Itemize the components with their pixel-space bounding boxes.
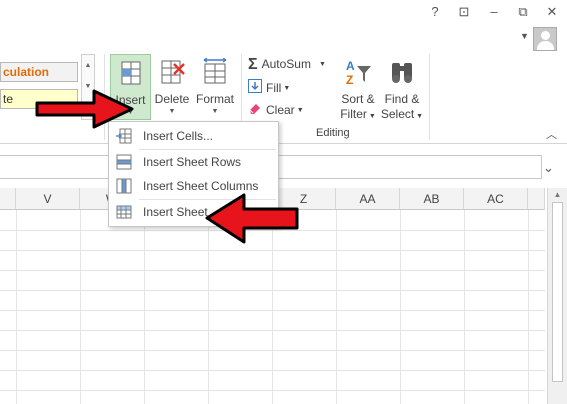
fill-button[interactable]: Fill ▼ [248, 78, 290, 98]
formula-bar: ⌄ [0, 152, 567, 182]
gridline [528, 210, 529, 404]
sort-filter-label-2: Filter ▼ [340, 107, 376, 121]
editing-group-label: Editing [316, 127, 350, 139]
column-header-ab[interactable]: AB [400, 188, 464, 210]
account-dropdown-icon[interactable]: ▼ [520, 31, 529, 41]
menu-item-label: Insert Sheet [143, 205, 208, 219]
ribbon-display-options-button[interactable]: ⊡ [453, 3, 475, 21]
menu-item-label: Insert Cells... [143, 129, 214, 143]
collapse-ribbon-icon[interactable]: ︿ [546, 126, 557, 142]
menu-item-insert-rows[interactable]: Insert Sheet Rows [110, 150, 277, 174]
vertical-scrollbar[interactable]: ▲ [547, 188, 567, 404]
gridline [0, 250, 545, 251]
group-divider [429, 54, 430, 140]
column-header-ac[interactable]: AC [464, 188, 528, 210]
column-header-v[interactable]: V [16, 188, 80, 210]
format-label: Format [195, 92, 234, 106]
gallery-up-icon[interactable]: ▲ [82, 55, 94, 76]
delete-button[interactable]: Delete ▼ [152, 54, 192, 120]
scrollbar-thumb[interactable] [552, 202, 563, 382]
gridline [0, 310, 545, 311]
insert-columns-icon [116, 178, 132, 194]
sort-filter-label-1: Sort & [341, 92, 375, 106]
gridline [144, 210, 145, 404]
insert-sheet-icon [116, 205, 132, 219]
clear-button[interactable]: Clear ▼ [248, 100, 304, 120]
gridline [0, 330, 545, 331]
autosum-dropdown-icon: ▼ [318, 60, 326, 68]
gridline [80, 210, 81, 404]
column-header-aa[interactable]: AA [336, 188, 400, 210]
delete-cells-icon [161, 60, 185, 84]
svg-text:A: A [346, 59, 355, 73]
clear-label: Clear [266, 103, 295, 117]
column-header-partial[interactable] [0, 188, 16, 210]
gridline [0, 390, 545, 391]
svg-text:Z: Z [346, 73, 353, 86]
delete-label: Delete [154, 92, 190, 106]
expand-formula-bar-icon[interactable]: ⌄ [543, 160, 554, 176]
find-select-label-1: Find & [384, 92, 420, 106]
format-dropdown-icon: ▼ [211, 108, 219, 115]
sigma-icon: Σ [248, 55, 258, 73]
gridline [0, 350, 545, 351]
binoculars-icon [392, 63, 412, 83]
avatar[interactable] [533, 27, 557, 51]
avatar-head [541, 31, 550, 40]
gridline [0, 290, 545, 291]
gridline [0, 370, 545, 371]
autosum-button[interactable]: Σ AutoSum ▼ [248, 54, 326, 74]
scroll-up-icon[interactable]: ▲ [548, 190, 567, 199]
fill-dropdown-icon: ▼ [283, 84, 291, 92]
style-calculation[interactable]: culation [0, 62, 78, 82]
gridline [464, 210, 465, 404]
insert-rows-icon [116, 154, 132, 170]
gridline [336, 210, 337, 404]
avatar-body [537, 41, 554, 50]
gridline [400, 210, 401, 404]
annotation-arrow-insert-sheet [205, 193, 299, 244]
insert-cells-icon [116, 128, 132, 144]
autosum-label: AutoSum [261, 57, 311, 71]
gridline [0, 270, 545, 271]
insert-cells-icon [121, 61, 140, 85]
column-header-partial[interactable] [528, 188, 545, 210]
sort-filter-button[interactable]: A Z Sort & Filter ▼ [336, 54, 380, 121]
gridline [16, 210, 17, 404]
eraser-icon [248, 101, 262, 121]
sort-filter-icon: A Z [346, 59, 371, 86]
format-cells-icon [203, 58, 227, 84]
format-button[interactable]: Format ▼ [193, 54, 237, 120]
delete-dropdown-icon: ▼ [168, 108, 176, 115]
find-select-label-2: Select ▼ [380, 107, 424, 121]
title-bar: ? ⊡ – ⧉ ✕ [0, 0, 567, 24]
annotation-arrow-insert [35, 89, 134, 129]
close-button[interactable]: ✕ [541, 3, 563, 21]
fill-label: Fill [266, 81, 282, 95]
fill-down-icon [248, 78, 262, 99]
menu-item-label: Insert Sheet Rows [143, 155, 242, 169]
minimize-button[interactable]: – [483, 3, 505, 21]
restore-button[interactable]: ⧉ [512, 3, 534, 21]
help-button[interactable]: ? [424, 3, 446, 21]
find-select-button[interactable]: Find & Select ▼ [380, 54, 424, 121]
clear-dropdown-icon: ▼ [296, 106, 304, 114]
